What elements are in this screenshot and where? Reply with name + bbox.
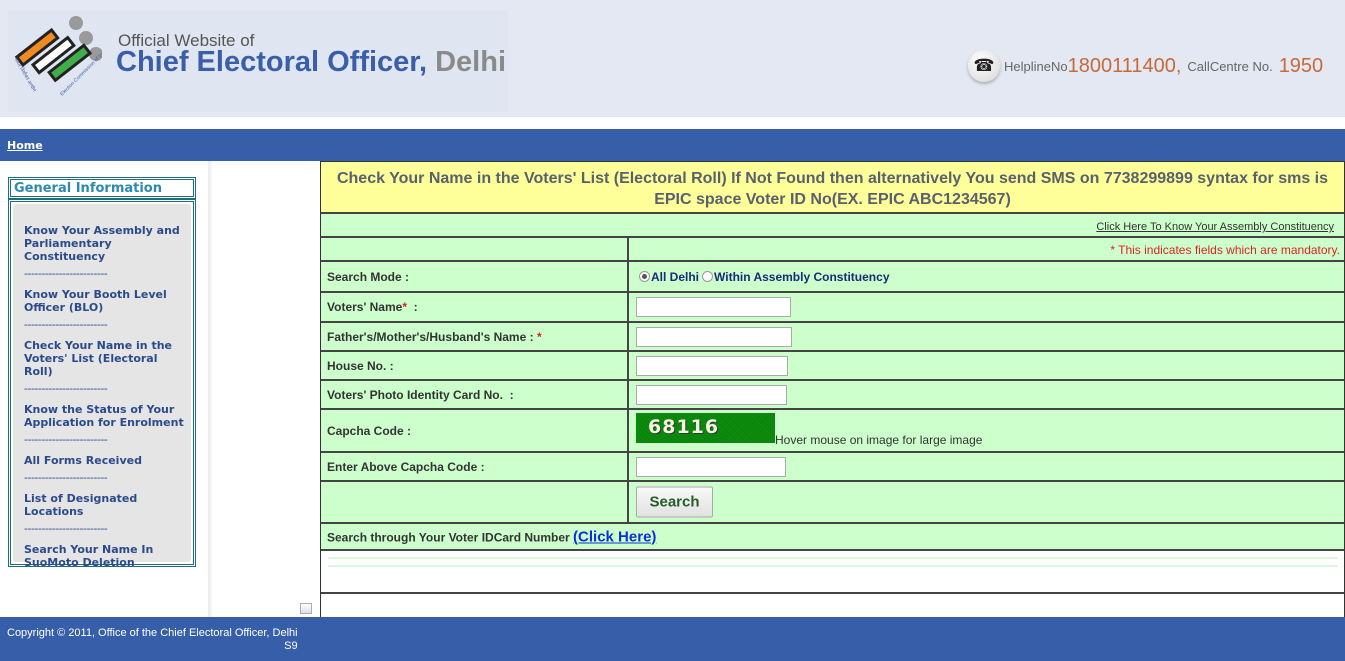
divider-line: [328, 565, 1338, 567]
radio-within-assembly-label[interactable]: Within Assembly Constituency: [714, 270, 889, 284]
sidebar-title-box: General Information: [8, 177, 196, 199]
house-no-row: House No. :: [321, 352, 1344, 381]
voterid-click-here-link[interactable]: (Click Here): [573, 528, 656, 545]
house-no-label: House No. :: [327, 358, 394, 373]
search-mode-options: All Delhi Within Assembly Constituency: [639, 270, 890, 284]
helpline-info: ☎ HelplineNo 1800111400, CallCentre No. …: [968, 46, 1323, 86]
mandatory-row: * This indicates fields which are mandat…: [321, 238, 1344, 262]
relative-name-row: Father's/Mother's/Husband's Name : *: [321, 323, 1344, 352]
captcha-input-row: Enter Above Capcha Code :: [321, 453, 1344, 482]
site-title-main: Chief Electoral Officer,: [116, 46, 428, 78]
copyright-text: Copyright © 2011, Office of the Chief El…: [7, 627, 298, 639]
search-mode-row: Search Mode : All Delhi Within Assembly …: [321, 262, 1344, 293]
voterid-search-text: Search through Your Voter IDCard Number …: [327, 528, 657, 545]
copyright: Copyright © 2011, Office of the Chief El…: [7, 627, 298, 653]
callcentre-label: CallCentre No.: [1187, 58, 1273, 74]
epic-no-label: Voters' Photo Identity Card No. :: [327, 387, 514, 402]
site-title-city: Delhi: [435, 46, 507, 78]
search-button-row: Search: [321, 482, 1344, 524]
helpline-label: HelplineNo: [1004, 58, 1068, 74]
mandatory-note: * This indicates fields which are mandat…: [1110, 243, 1340, 257]
captcha-label: Capcha Code :: [327, 423, 412, 438]
voter-name-row: Voters' Name* :: [321, 293, 1344, 323]
callcentre-number: 1950: [1278, 54, 1324, 77]
sidebar-item-check-name[interactable]: Check Your Name in the Voters' List (Ele…: [24, 339, 185, 378]
sidebar-title: General Information: [14, 181, 162, 196]
site-title: Chief Electoral Officer, Delhi: [116, 46, 506, 79]
captcha-row: Capcha Code : 68116 Hover mouse on image…: [321, 410, 1344, 453]
radio-within-assembly[interactable]: [702, 271, 714, 282]
results-area: [321, 551, 1344, 594]
site-footer: Copyright © 2011, Office of the Chief El…: [0, 617, 1345, 661]
telephone-icon: ☎: [968, 50, 1000, 82]
sidebar-divider: [208, 161, 212, 617]
voterid-search-row: Search through Your Voter IDCard Number …: [321, 524, 1344, 551]
menu-separator: ------------------------: [24, 522, 108, 535]
election-commission-logo-icon: भारत निर्वाचन आयोग Election Commission o…: [12, 16, 102, 97]
sidebar-item-assembly-constituency[interactable]: Know Your Assembly and Parliamentary Con…: [24, 224, 185, 263]
relative-name-input[interactable]: [636, 326, 792, 347]
captcha-input[interactable]: [636, 456, 786, 477]
sidebar-menu-list: Know Your Assembly and Parliamentary Con…: [13, 204, 191, 569]
search-mode-label: Search Mode :: [327, 269, 410, 284]
epic-no-row: Voters' Photo Identity Card No. :: [321, 381, 1344, 410]
voter-name-label: Voters' Name* :: [327, 300, 418, 314]
sidebar-menu: Know Your Assembly and Parliamentary Con…: [8, 199, 196, 569]
empty-row: [321, 594, 1344, 617]
nav-home-link[interactable]: Home: [7, 139, 43, 152]
ac-link-row: Click Here To Know Your Assembly Constit…: [321, 214, 1344, 238]
captcha-input-label: Enter Above Capcha Code :: [327, 459, 485, 474]
info-banner: Check Your Name in the Voters' List (Ele…: [321, 162, 1344, 214]
know-assembly-constituency-link[interactable]: Click Here To Know Your Assembly Constit…: [1096, 221, 1334, 233]
house-no-input[interactable]: [636, 355, 788, 376]
site-header: भारत निर्वाचन आयोग Election Commission o…: [0, 0, 1345, 117]
menu-separator: ------------------------: [24, 433, 108, 446]
footer-code: S9: [284, 640, 298, 652]
divider-line: [328, 557, 1338, 559]
sidebar-item-booth-level-officer[interactable]: Know Your Booth Level Officer (BLO): [24, 288, 185, 314]
search-button[interactable]: Search: [636, 486, 713, 518]
captcha-image[interactable]: 68116: [636, 413, 775, 443]
nav-bar: Home: [0, 129, 1345, 161]
helpline-number: 1800111400,: [1067, 54, 1182, 77]
menu-separator: ------------------------: [24, 471, 108, 484]
broken-image-icon: [300, 603, 312, 614]
voter-name-input[interactable]: [636, 297, 791, 317]
sidebar-item-application-status[interactable]: Know the Status of Your Application for …: [24, 403, 185, 429]
radio-all-delhi-label[interactable]: All Delhi: [651, 270, 699, 284]
menu-separator: ------------------------: [24, 318, 108, 331]
menu-separator: ------------------------: [24, 267, 108, 280]
captcha-hint: Hover mouse on image for large image: [775, 433, 983, 447]
menu-separator: ------------------------: [24, 382, 108, 395]
epic-no-input[interactable]: [636, 384, 787, 405]
relative-name-label: Father's/Mother's/Husband's Name : *: [327, 329, 542, 344]
sidebar-item-suomoto-deletion[interactable]: Search Your Name In SuoMoto Deletion: [24, 543, 185, 569]
voter-search-form: Check Your Name in the Voters' List (Ele…: [320, 161, 1345, 618]
radio-all-delhi[interactable]: [639, 271, 650, 282]
sidebar-item-forms-received[interactable]: All Forms Received: [24, 454, 185, 467]
sidebar-item-designated-locations[interactable]: List of Designated Locations: [24, 492, 185, 518]
